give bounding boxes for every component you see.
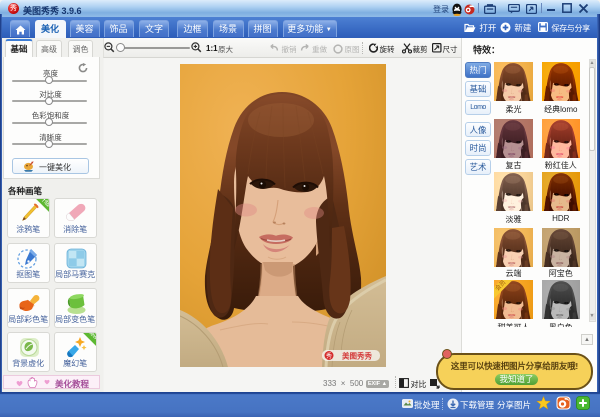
svg-text:秀: 秀 xyxy=(326,352,332,360)
svg-text:美图秀秀: 美图秀秀 xyxy=(342,350,372,360)
